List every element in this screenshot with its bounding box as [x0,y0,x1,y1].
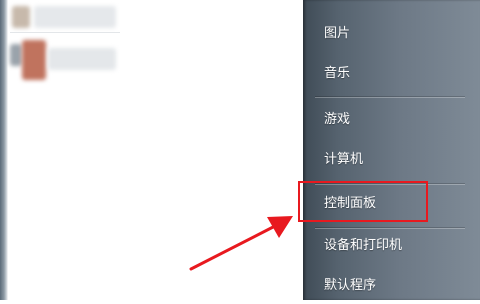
menu-item-label: 计算机 [324,152,364,167]
redacted-label [48,48,116,70]
start-menu-right-pane: 图片 音乐 游戏 计算机 控制面板 设备和打印机 默认程序 [303,0,480,300]
menu-item-pictures[interactable]: 图片 [303,16,480,52]
menu-item-games[interactable]: 游戏 [303,102,480,138]
menu-item-label: 音乐 [324,66,351,81]
menu-item-label: 默认程序 [324,278,377,293]
redacted-label [34,6,116,28]
menu-item-computer[interactable]: 计算机 [303,142,480,178]
annotation-arrow-icon [189,216,293,271]
menu-item-label: 图片 [324,26,351,41]
redacted-icon-edge [10,44,22,66]
menu-item-label: 设备和打印机 [324,238,403,253]
redacted-icon [22,40,46,80]
redacted-icon [12,6,30,28]
menu-item-default-programs[interactable]: 默认程序 [303,268,480,304]
pane-edge [0,0,8,300]
menu-item-music[interactable]: 音乐 [303,56,480,92]
left-divider [10,32,120,33]
menu-separator [315,97,465,98]
menu-item-label: 游戏 [324,112,351,127]
menu-item-devices-printers[interactable]: 设备和打印机 [303,228,480,264]
annotation-highlight-box [298,181,428,222]
